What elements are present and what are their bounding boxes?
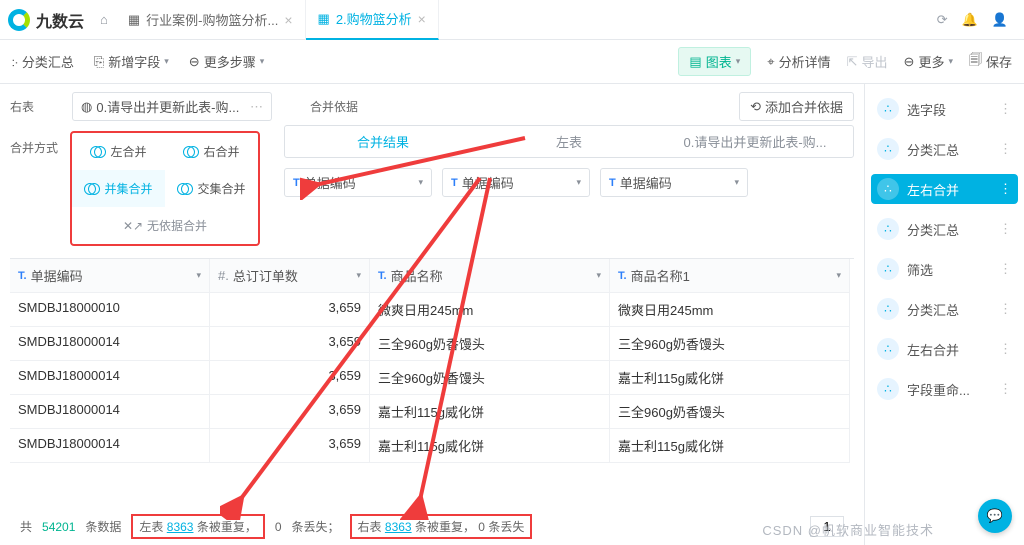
user-icon[interactable]: 👤 [992, 12, 1008, 28]
basis-field-3[interactable]: T单据编码▾ [600, 168, 748, 197]
step-item[interactable]: ∴左右合并⋮ [871, 174, 1018, 204]
pill-result[interactable]: 合并结果 [293, 129, 473, 154]
merge-basis-label: 合并依据 [310, 98, 362, 115]
step-item[interactable]: ∴筛选⋮ [871, 254, 1018, 284]
refresh-icon[interactable]: ⟳ [937, 12, 948, 28]
save-button[interactable]: 🗐 保存 [969, 51, 1012, 73]
inter-merge-option[interactable]: 交集合并 [165, 170, 258, 207]
pill-source[interactable]: 0.请导出并更新此表-购... [665, 129, 845, 154]
close-icon[interactable]: × [284, 12, 292, 28]
more-steps-button[interactable]: ⊖ 更多步骤 ▾ [189, 52, 264, 71]
table-row[interactable]: SMDBJ180000103,659微爽日用245mm微爽日用245mm [10, 293, 854, 327]
th-count[interactable]: #.总订订单数▾ [210, 259, 370, 293]
step-item[interactable]: ∴字段重命...⋮ [871, 374, 1018, 404]
steps-panel: ∴选字段⋮ ∴分类汇总⋮ ∴左右合并⋮ ∴分类汇总⋮ ∴筛选⋮ ∴分类汇总⋮ ∴左右合并⋮ ∴… [864, 84, 1024, 545]
basis-field-1[interactable]: T单据编码▾ [284, 168, 432, 197]
table-row[interactable]: SMDBJ180000143,659三全960g奶香馒头三全960g奶香馒头 [10, 327, 854, 361]
step-item[interactable]: ∴分类汇总⋮ [871, 214, 1018, 244]
tab-analysis[interactable]: ▦ 2.购物篮分析 × [306, 0, 439, 40]
bell-icon[interactable]: 🔔 [962, 12, 978, 28]
tab-case[interactable]: ▦ 行业案例-购物篮分析... × [116, 0, 306, 40]
group-summary-button[interactable]: ჻ 分类汇总 [12, 52, 74, 71]
merge-type-label: 合并方式 [10, 139, 62, 246]
add-basis-button[interactable]: ⟲ 添加合并依据 [739, 92, 854, 121]
pill-left[interactable]: 左表 [479, 129, 659, 154]
th-name1[interactable]: T.商品名称1▾ [610, 259, 850, 293]
merge-type-options: 左合并 右合并 并集合并 交集合并 ✕↗ 无依据合并 [70, 131, 260, 246]
step-item[interactable]: ∴选字段⋮ [871, 94, 1018, 124]
detail-button[interactable]: ⌖ 分析详情 [767, 52, 830, 71]
right-table-label: 右表 [10, 98, 62, 115]
left-merge-option[interactable]: 左合并 [72, 133, 165, 170]
close-icon[interactable]: × [418, 11, 426, 27]
right-merge-option[interactable]: 右合并 [165, 133, 258, 170]
chat-bubble-icon[interactable]: 💬 [978, 499, 1012, 533]
th-code[interactable]: T.单据编码▾ [10, 259, 210, 293]
step-item[interactable]: ∴分类汇总⋮ [871, 134, 1018, 164]
chart-button[interactable]: ▤ 图表 ▾ [678, 47, 751, 76]
union-merge-option[interactable]: 并集合并 [72, 170, 165, 207]
table-row[interactable]: SMDBJ180000143,659嘉士利115g威化饼三全960g奶香馒头 [10, 395, 854, 429]
home-icon[interactable]: ⌂ [92, 8, 116, 31]
basis-tabs: 合并结果 左表 0.请导出并更新此表-购... [284, 125, 854, 158]
footer-stats: 共 54201 条数据 左表 8363 条被重复， 0 条丢失； 右表 8363… [10, 508, 854, 545]
th-name[interactable]: T.商品名称▾ [370, 259, 610, 293]
table-row[interactable]: SMDBJ180000143,659三全960g奶香馒头嘉士利115g威化饼 [10, 361, 854, 395]
watermark: CSDN @帆软商业智能技术 [762, 520, 934, 539]
basis-field-2[interactable]: T单据编码▾ [442, 168, 590, 197]
step-item[interactable]: ∴分类汇总⋮ [871, 294, 1018, 324]
logo: 九数云 [8, 8, 84, 32]
right-table-select[interactable]: ◍ 0.请导出并更新此表-购... ⋯ [72, 92, 272, 121]
export-button[interactable]: ⇱ 导出 [847, 52, 888, 71]
result-table: T.单据编码▾ #.总订订单数▾ T.商品名称▾ T.商品名称1▾ SMDBJ1… [10, 258, 854, 508]
add-field-button[interactable]: ⎘ 新增字段 ▾ [94, 52, 169, 71]
no-basis-merge-option[interactable]: ✕↗ 无依据合并 [72, 207, 258, 244]
more-button[interactable]: ⊖ 更多 ▾ [904, 52, 953, 71]
step-item[interactable]: ∴左右合并⋮ [871, 334, 1018, 364]
table-row[interactable]: SMDBJ180000143,659嘉士利115g威化饼嘉士利115g威化饼 [10, 429, 854, 463]
